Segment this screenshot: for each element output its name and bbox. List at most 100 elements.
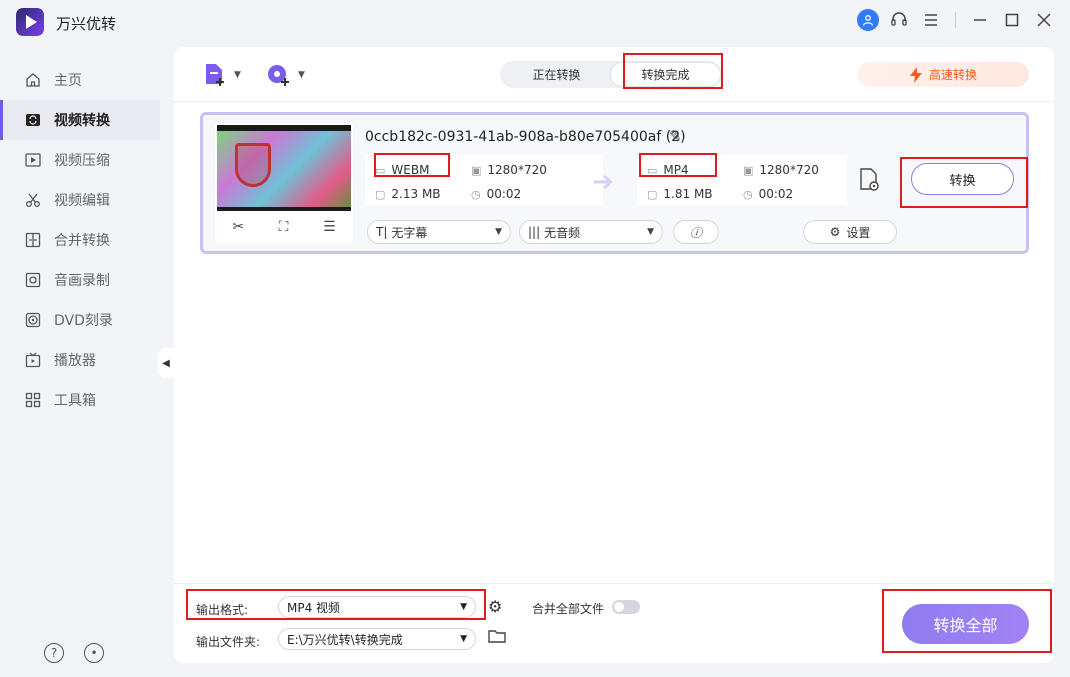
user-icon[interactable] bbox=[857, 9, 879, 31]
chevron-down-icon: ▼ bbox=[234, 70, 241, 80]
target-duration: ◷ 00:02 bbox=[743, 187, 793, 201]
subtitle-icon: T| bbox=[376, 225, 388, 239]
add-file-button[interactable]: ▼ bbox=[202, 62, 241, 88]
add-from-device-button[interactable]: ▼ bbox=[266, 62, 305, 88]
video-thumbnail[interactable] bbox=[217, 125, 351, 211]
file-card: ✂ ⛶ ☰ 0ccb182c-0931-41ab-908a-b80e705400… bbox=[200, 112, 1029, 254]
add-file-icon bbox=[206, 64, 224, 86]
chevron-down-icon: ▼ bbox=[495, 227, 502, 237]
audio-value: 无音频 bbox=[544, 225, 581, 240]
disc-icon bbox=[24, 311, 42, 329]
merge-files-label: 合并全部文件 bbox=[532, 602, 605, 616]
fast-convert-button[interactable]: 高速转换 bbox=[857, 62, 1029, 87]
source-duration-value: 00:02 bbox=[486, 187, 522, 201]
sidebar-item-label: DVD刻录 bbox=[54, 313, 113, 329]
sidebar-bottom: ? • bbox=[44, 643, 104, 663]
convert-icon bbox=[24, 111, 42, 129]
fast-convert-label: 高速转换 bbox=[928, 68, 977, 82]
thumbnail-tools: ✂ ⛶ ☰ bbox=[215, 219, 353, 235]
title-bar: 万兴优转 bbox=[0, 0, 1070, 40]
chevron-down-icon: ▼ bbox=[647, 227, 654, 237]
grid-icon bbox=[24, 391, 42, 409]
chevron-down-icon: ▼ bbox=[460, 634, 467, 644]
sidebar: 主页 视频转换 视频压缩 视频编辑 合并转换 音画录制 DVD刻录 播放器 工具… bbox=[0, 60, 160, 420]
effects-icon[interactable]: ☰ bbox=[323, 219, 336, 235]
highlight-box bbox=[882, 589, 1052, 653]
sidebar-item-dvd[interactable]: DVD刻录 bbox=[0, 300, 160, 340]
sidebar-item-label: 音画录制 bbox=[54, 273, 110, 289]
folder-icon: ▢ bbox=[647, 187, 658, 201]
target-size: ▢ 1.81 MB bbox=[647, 187, 713, 201]
format-settings-icon[interactable]: ⚙ bbox=[488, 597, 502, 616]
headset-icon[interactable] bbox=[887, 8, 911, 32]
highlight-box bbox=[900, 157, 1028, 208]
lightning-icon bbox=[909, 66, 922, 83]
highlight-box bbox=[374, 153, 450, 177]
scissors-icon bbox=[24, 191, 42, 209]
gear-icon: ⚙ bbox=[829, 225, 841, 239]
trim-icon[interactable]: ✂ bbox=[232, 219, 244, 235]
close-icon[interactable] bbox=[1032, 8, 1056, 32]
home-icon bbox=[24, 71, 42, 89]
output-folder-value: E:\万兴优转\转换完成 bbox=[287, 632, 403, 647]
output-folder-select[interactable]: E:\万兴优转\转换完成 ▼ bbox=[278, 628, 476, 650]
menu-icon[interactable] bbox=[919, 8, 943, 32]
image-icon: ▣ bbox=[471, 163, 482, 177]
shield-icon bbox=[235, 143, 271, 187]
feedback-icon[interactable]: • bbox=[84, 643, 104, 663]
minimize-icon[interactable] bbox=[968, 8, 992, 32]
divider bbox=[955, 12, 956, 28]
tab-converting[interactable]: 正在转换 bbox=[502, 63, 611, 86]
open-folder-icon[interactable] bbox=[488, 628, 506, 648]
sidebar-item-toolbox[interactable]: 工具箱 bbox=[0, 380, 160, 420]
highlight-box bbox=[186, 589, 486, 620]
app-title: 万兴优转 bbox=[56, 15, 117, 33]
sidebar-item-label: 工具箱 bbox=[54, 393, 96, 409]
sidebar-item-home[interactable]: 主页 bbox=[0, 60, 160, 100]
window-controls bbox=[857, 8, 1056, 32]
clock-icon: ◷ bbox=[743, 187, 753, 201]
audio-wave-icon: ||| bbox=[528, 225, 541, 239]
sidebar-item-record[interactable]: 音画录制 bbox=[0, 260, 160, 300]
source-size-value: 2.13 MB bbox=[391, 187, 441, 201]
audio-select[interactable]: ||| 无音频 ▼ bbox=[519, 220, 663, 244]
arrow-right-icon: ➔ bbox=[592, 167, 614, 197]
add-device-icon bbox=[268, 65, 289, 86]
sidebar-item-player[interactable]: 播放器 bbox=[0, 340, 160, 380]
crop-icon[interactable]: ⛶ bbox=[279, 219, 289, 235]
source-resolution-value: 1280*720 bbox=[487, 163, 547, 177]
maximize-icon[interactable] bbox=[1000, 8, 1024, 32]
output-folder-label: 输出文件夹: bbox=[196, 635, 261, 649]
highlight-box bbox=[639, 153, 717, 177]
help-icon[interactable]: ? bbox=[44, 643, 64, 663]
target-resolution-value: 1280*720 bbox=[759, 163, 819, 177]
source-resolution: ▣ 1280*720 bbox=[471, 163, 547, 177]
sidebar-item-video-compress[interactable]: 视频压缩 bbox=[0, 140, 160, 180]
record-icon bbox=[24, 271, 42, 289]
settings-button[interactable]: ⚙ 设置 bbox=[803, 220, 897, 244]
tv-icon bbox=[24, 351, 42, 369]
subtitle-select[interactable]: T| 无字幕 ▼ bbox=[367, 220, 511, 244]
rename-icon[interactable]: ✎ bbox=[669, 127, 682, 145]
collapse-sidebar-button[interactable]: ◀ bbox=[158, 348, 174, 378]
file-settings-icon[interactable] bbox=[858, 167, 882, 198]
sidebar-item-video-edit[interactable]: 视频编辑 bbox=[0, 180, 160, 220]
sidebar-item-label: 合并转换 bbox=[54, 233, 110, 249]
sidebar-item-label: 主页 bbox=[54, 73, 82, 89]
image-icon: ▣ bbox=[743, 163, 754, 177]
app-logo bbox=[16, 8, 44, 36]
folder-icon: ▢ bbox=[375, 187, 386, 201]
thumbnail-box: ✂ ⛶ ☰ bbox=[215, 123, 353, 243]
sidebar-item-label: 视频转换 bbox=[54, 113, 110, 129]
sidebar-item-video-convert[interactable]: 视频转换 bbox=[0, 100, 160, 140]
compress-icon bbox=[24, 151, 42, 169]
chevron-down-icon: ▼ bbox=[298, 70, 305, 80]
toolbar: ▼ ▼ 正在转换 转换完成 高速转换 bbox=[174, 47, 1054, 102]
info-icon[interactable]: ⓘ bbox=[673, 220, 719, 244]
bottom-bar: 输出格式: MP4 视频 ▼ ⚙ 合并全部文件 输出文件夹: E:\万兴优转\转… bbox=[174, 583, 1054, 663]
merge-files-toggle[interactable] bbox=[612, 600, 640, 614]
sidebar-item-merge[interactable]: 合并转换 bbox=[0, 220, 160, 260]
highlight-box bbox=[623, 53, 723, 89]
clock-icon: ◷ bbox=[471, 187, 481, 201]
subtitle-value: 无字幕 bbox=[391, 225, 428, 240]
